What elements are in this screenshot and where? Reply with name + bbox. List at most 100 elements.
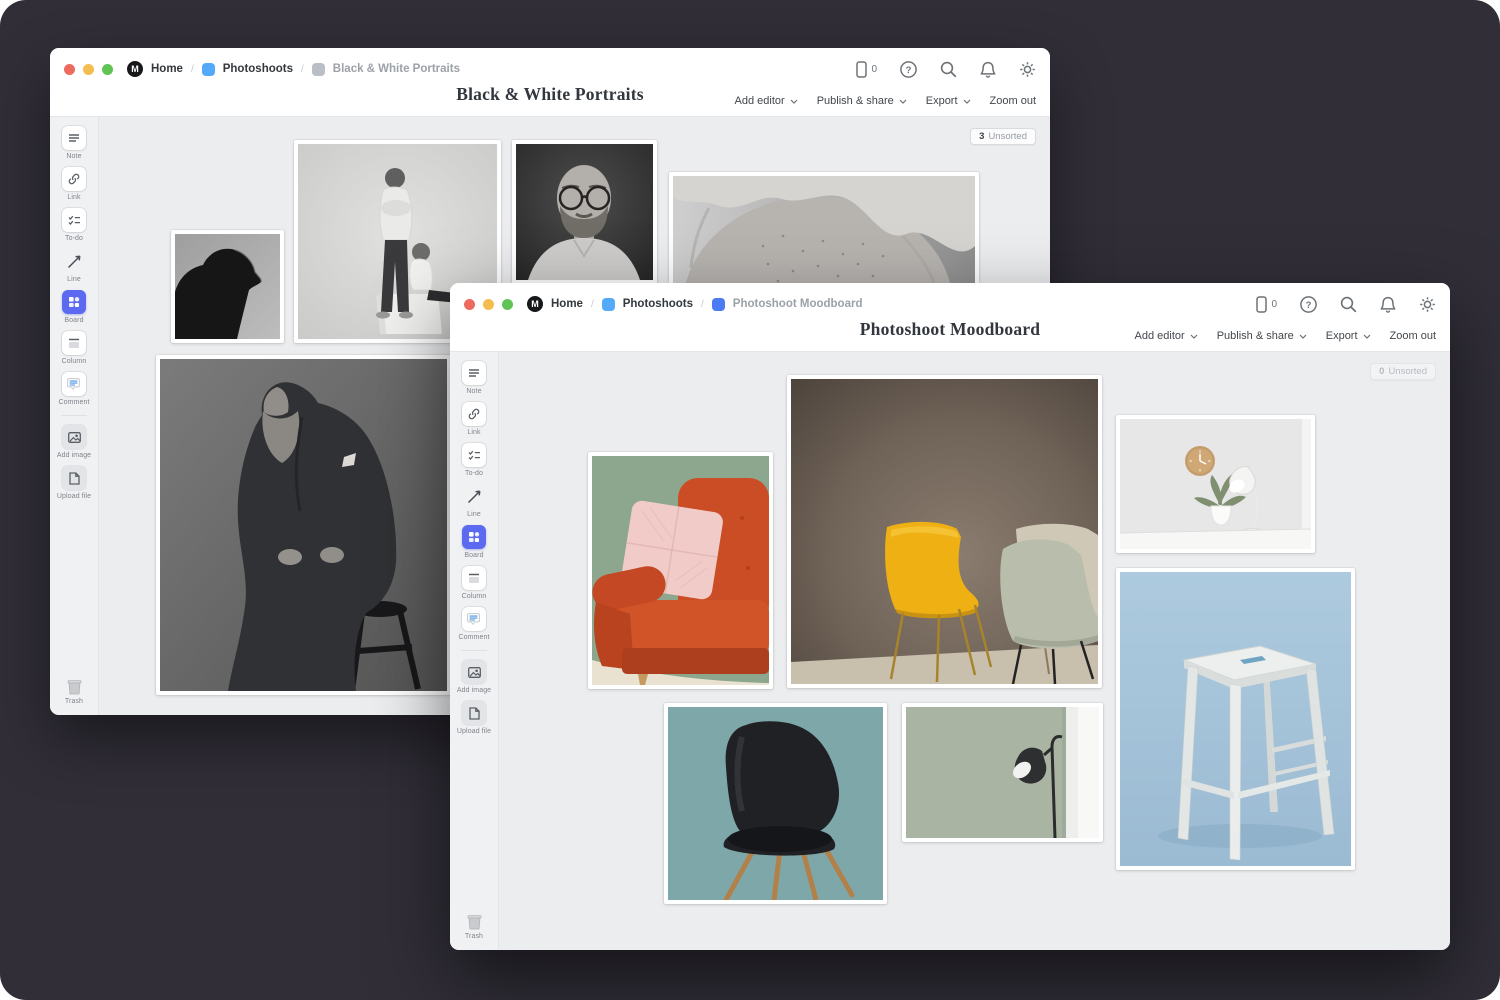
- milanote-logo-icon[interactable]: M: [127, 61, 143, 77]
- fullscreen-window-button[interactable]: [102, 64, 113, 75]
- comment-icon: [62, 372, 86, 396]
- line-arrow-icon: [62, 249, 86, 273]
- tool-note[interactable]: Note: [462, 361, 486, 395]
- image-card-desk-clock-lamp[interactable]: [1116, 415, 1315, 553]
- chevron-down-icon: [1299, 334, 1307, 339]
- comment-icon: [462, 607, 486, 631]
- notifications-bell-icon[interactable]: [980, 61, 996, 78]
- close-window-button[interactable]: [64, 64, 75, 75]
- sidebar-divider: [461, 650, 487, 651]
- photo-desk-clock-lamp: [1120, 419, 1311, 549]
- board-icon-current: [312, 63, 325, 76]
- breadcrumb-current: Photoshoot Moodboard: [733, 298, 863, 310]
- image-card-bearded-man[interactable]: [156, 355, 451, 695]
- tool-board[interactable]: Board: [462, 525, 486, 559]
- photo-floor-lamp: [906, 707, 1099, 838]
- devices-button[interactable]: 0: [1256, 296, 1277, 313]
- image-card-floor-lamp[interactable]: [902, 703, 1103, 842]
- image-card-orange-sofa[interactable]: [588, 452, 773, 689]
- settings-gear-icon[interactable]: [1419, 296, 1436, 313]
- close-window-button[interactable]: [464, 299, 475, 310]
- tool-todo[interactable]: To-do: [62, 208, 86, 242]
- image-card-woman-profile[interactable]: [171, 230, 284, 343]
- fullscreen-window-button[interactable]: [502, 299, 513, 310]
- minimize-window-button[interactable]: [83, 64, 94, 75]
- image-card-stool[interactable]: [1116, 568, 1355, 870]
- tool-upload-file[interactable]: Upload file: [57, 466, 91, 500]
- milanote-logo-icon[interactable]: M: [527, 296, 543, 312]
- tool-link[interactable]: Link: [62, 167, 86, 201]
- tool-add-image[interactable]: Add image: [457, 660, 491, 694]
- breadcrumb-separator: /: [701, 299, 704, 310]
- tool-upload-file[interactable]: Upload file: [457, 701, 491, 735]
- help-icon[interactable]: ?: [1300, 296, 1317, 313]
- zoom-out-button[interactable]: Zoom out: [990, 95, 1036, 107]
- minimize-window-button[interactable]: [483, 299, 494, 310]
- image-card-chairs[interactable]: [787, 375, 1102, 688]
- svg-text:?: ?: [906, 65, 912, 76]
- notifications-bell-icon[interactable]: [1380, 296, 1396, 313]
- tool-line[interactable]: Line: [462, 484, 486, 518]
- tool-link[interactable]: Link: [462, 402, 486, 436]
- device-count: 0: [871, 64, 877, 75]
- window-header: M Home / Photoshoots / Photoshoot Moodbo…: [450, 283, 1450, 352]
- trash-dropzone[interactable]: Trash: [50, 678, 98, 705]
- device-count: 0: [1271, 299, 1277, 310]
- phone-icon: [856, 61, 867, 78]
- publish-share-menu[interactable]: Publish & share: [817, 95, 907, 107]
- tool-line[interactable]: Line: [62, 249, 86, 283]
- settings-gear-icon[interactable]: [1019, 61, 1036, 78]
- tool-comment[interactable]: Comment: [458, 607, 489, 641]
- breadcrumb-separator: /: [591, 299, 594, 310]
- zoom-out-button[interactable]: Zoom out: [1390, 330, 1436, 342]
- chevron-down-icon: [963, 99, 971, 104]
- chevron-down-icon: [899, 99, 907, 104]
- chevron-down-icon: [1363, 334, 1371, 339]
- tool-add-image[interactable]: Add image: [57, 425, 91, 459]
- help-icon[interactable]: ?: [900, 61, 917, 78]
- link-icon: [462, 402, 486, 426]
- board-icon: [462, 525, 486, 549]
- search-icon[interactable]: [940, 61, 957, 78]
- export-menu[interactable]: Export: [1326, 330, 1371, 342]
- chevron-down-icon: [1190, 334, 1198, 339]
- window-controls: [64, 64, 113, 75]
- header-icon-row: 0 ?: [856, 61, 1036, 78]
- breadcrumb-photoshoots[interactable]: Photoshoots: [223, 63, 293, 75]
- breadcrumb-photoshoots[interactable]: Photoshoots: [623, 298, 693, 310]
- upload-file-icon: [62, 466, 86, 490]
- unsorted-badge[interactable]: 3Unsorted: [970, 128, 1036, 145]
- image-card-bald-man[interactable]: [512, 140, 657, 284]
- devices-button[interactable]: 0: [856, 61, 877, 78]
- header-icon-row: 0 ?: [1256, 296, 1436, 313]
- breadcrumb-home[interactable]: Home: [551, 298, 583, 310]
- phone-icon: [1256, 296, 1267, 313]
- board-icon-current: [712, 298, 725, 311]
- add-editor-menu[interactable]: Add editor: [1135, 330, 1198, 342]
- tool-column[interactable]: Column: [462, 566, 487, 600]
- tool-note[interactable]: Note: [62, 126, 86, 160]
- photo-bald-man: [516, 144, 653, 280]
- board-canvas[interactable]: 0Unsorted: [499, 352, 1450, 950]
- column-icon: [462, 566, 486, 590]
- column-icon: [62, 331, 86, 355]
- unsorted-badge[interactable]: 0Unsorted: [1370, 363, 1436, 380]
- breadcrumb-separator: /: [301, 64, 304, 75]
- board-menu: Add editor Publish & share Export Zoom o…: [1135, 330, 1436, 342]
- tool-column[interactable]: Column: [62, 331, 87, 365]
- add-editor-menu[interactable]: Add editor: [735, 95, 798, 107]
- breadcrumb-home[interactable]: Home: [151, 63, 183, 75]
- search-icon[interactable]: [1340, 296, 1357, 313]
- image-card-black-chair[interactable]: [664, 703, 887, 904]
- tool-todo[interactable]: To-do: [462, 443, 486, 477]
- photo-chairs: [791, 379, 1098, 684]
- line-arrow-icon: [462, 484, 486, 508]
- export-menu[interactable]: Export: [926, 95, 971, 107]
- board-icon-photoshoots: [202, 63, 215, 76]
- tool-comment[interactable]: Comment: [58, 372, 89, 406]
- trash-dropzone[interactable]: Trash: [450, 913, 498, 940]
- todo-icon: [62, 208, 86, 232]
- publish-share-menu[interactable]: Publish & share: [1217, 330, 1307, 342]
- tool-board[interactable]: Board: [62, 290, 86, 324]
- tool-sidebar: Note Link To-do Line Board: [50, 117, 99, 715]
